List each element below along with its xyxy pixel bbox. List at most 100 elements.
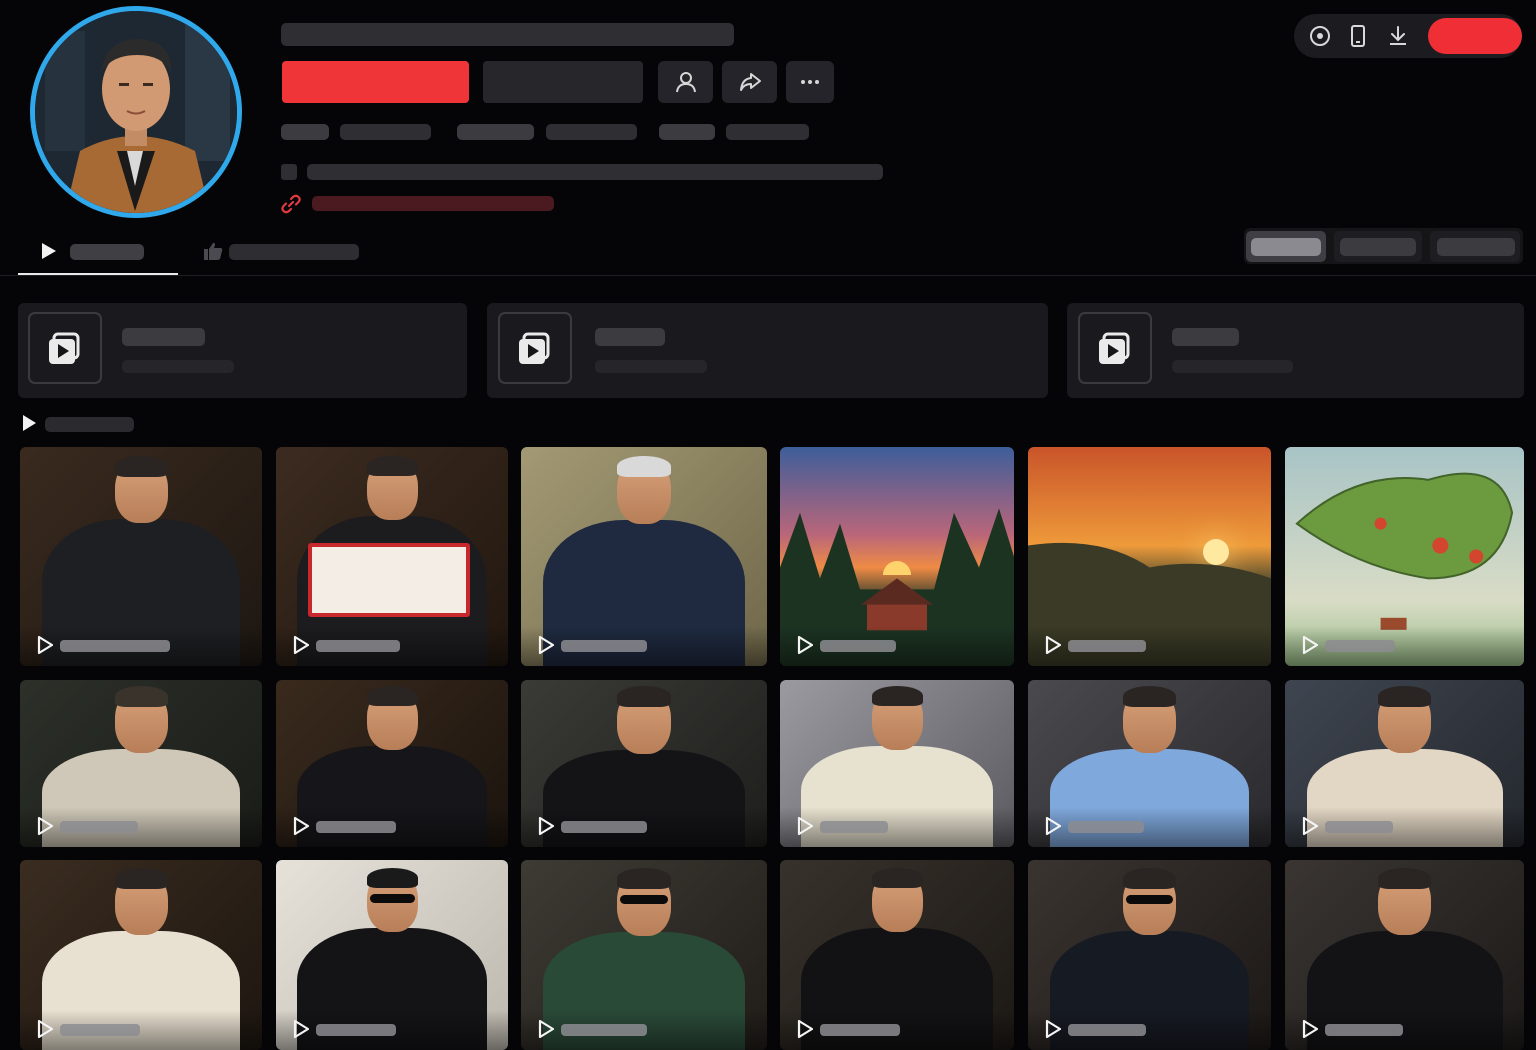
video-thumbnail[interactable]	[780, 860, 1014, 1050]
share-button[interactable]	[722, 61, 777, 103]
view-count	[1068, 640, 1146, 652]
thumbnail-overlay	[1028, 626, 1271, 666]
sunglasses-icon	[370, 894, 415, 903]
login-button[interactable]	[1428, 18, 1522, 54]
view-count	[561, 821, 647, 833]
video-thumbnail[interactable]	[1285, 860, 1524, 1050]
person-hair	[115, 686, 168, 707]
collection-title	[122, 328, 205, 346]
playlist-icon	[28, 312, 102, 384]
device-icon	[1351, 25, 1365, 47]
play-icon	[23, 415, 36, 431]
person-hair	[1123, 868, 1176, 889]
follow-button[interactable]	[282, 61, 469, 103]
sunglasses-icon	[1126, 895, 1173, 904]
play-icon	[1302, 1019, 1319, 1039]
followers-count	[457, 124, 534, 140]
more-options-button[interactable]	[786, 61, 834, 103]
view-count	[60, 640, 170, 652]
followers-label	[546, 124, 637, 140]
playlist-icon	[498, 312, 572, 384]
collection-card[interactable]	[1067, 303, 1524, 398]
view-count	[561, 1024, 647, 1036]
play-icon	[797, 816, 814, 836]
live-button[interactable]	[1306, 22, 1334, 50]
play-icon	[538, 816, 555, 836]
video-thumbnail[interactable]	[1285, 680, 1524, 847]
video-thumbnail[interactable]	[1028, 447, 1271, 666]
play-icon	[538, 635, 555, 655]
bio-text	[307, 164, 883, 180]
play-icon	[37, 635, 54, 655]
link-icon	[281, 194, 301, 214]
video-thumbnail[interactable]	[1028, 680, 1271, 847]
blank-sign	[308, 543, 470, 617]
video-thumbnail[interactable]	[521, 860, 767, 1050]
view-count	[60, 821, 138, 833]
view-count	[820, 1024, 900, 1036]
person-hair	[617, 868, 671, 889]
video-thumbnail[interactable]	[521, 447, 767, 666]
view-count	[1068, 1024, 1146, 1036]
person-hair	[115, 868, 168, 889]
thumbs-up-icon	[204, 242, 223, 260]
device-button[interactable]	[1344, 22, 1372, 50]
person-hair	[367, 456, 418, 476]
following-label	[340, 124, 431, 140]
tab-videos[interactable]	[18, 236, 178, 276]
playlist-icon	[1078, 312, 1152, 384]
view-count	[820, 640, 896, 652]
avatar-portrait-icon	[35, 11, 237, 213]
add-friend-button[interactable]	[658, 61, 713, 103]
collection-title	[595, 328, 665, 346]
tabs-divider	[0, 275, 1536, 276]
avatar[interactable]	[30, 6, 242, 218]
collection-subtitle	[1172, 360, 1293, 373]
live-icon	[1310, 26, 1330, 46]
sunglasses-icon	[620, 895, 668, 904]
video-thumbnail[interactable]	[780, 680, 1014, 847]
share-icon	[739, 73, 761, 91]
person-hair	[1378, 868, 1431, 889]
following-count	[281, 124, 329, 140]
download-button[interactable]	[1384, 22, 1412, 50]
sort-popular-label	[1340, 238, 1416, 256]
person-hair	[367, 868, 418, 888]
video-thumbnail[interactable]	[20, 680, 262, 847]
profile-link[interactable]	[312, 196, 554, 211]
video-thumbnail[interactable]	[780, 447, 1014, 666]
video-thumbnail[interactable]	[1285, 447, 1524, 666]
view-count	[561, 640, 647, 652]
tab-liked[interactable]	[200, 236, 370, 276]
collection-card[interactable]	[18, 303, 467, 398]
view-count	[316, 821, 396, 833]
thumbnail-overlay	[20, 1010, 262, 1050]
video-thumbnail[interactable]	[20, 860, 262, 1050]
section-title	[45, 417, 134, 432]
message-button[interactable]	[483, 61, 643, 103]
top-action-bar	[1294, 14, 1522, 58]
video-thumbnail[interactable]	[276, 680, 508, 847]
person-hair	[872, 868, 923, 888]
play-icon	[1302, 635, 1319, 655]
person-hair	[617, 686, 671, 707]
video-thumbnail[interactable]	[276, 447, 508, 666]
person-hair	[1123, 686, 1176, 707]
collection-title	[1172, 328, 1239, 346]
video-thumbnail[interactable]	[20, 447, 262, 666]
user-icon	[675, 72, 696, 93]
person-hair	[617, 456, 671, 477]
view-count	[316, 640, 400, 652]
sort-latest-label	[1251, 238, 1321, 256]
collection-card[interactable]	[487, 303, 1048, 398]
likes-count	[659, 124, 715, 140]
play-icon	[37, 816, 54, 836]
video-thumbnail[interactable]	[1028, 860, 1271, 1050]
bio-icon	[281, 164, 297, 180]
play-icon	[1045, 1019, 1062, 1039]
video-thumbnail[interactable]	[521, 680, 767, 847]
collection-subtitle	[122, 360, 234, 373]
play-icon	[37, 1019, 54, 1039]
video-thumbnail[interactable]	[276, 860, 508, 1050]
more-horizontal-icon	[801, 80, 819, 84]
